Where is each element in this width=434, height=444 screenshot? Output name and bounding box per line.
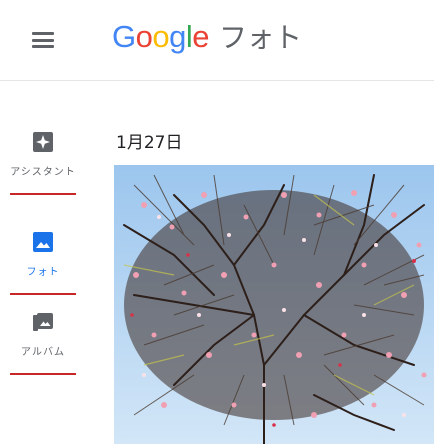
- assistant-icon: [33, 132, 53, 152]
- sidebar-item-albums[interactable]: アルバム: [8, 305, 78, 375]
- logo-letter: o: [135, 19, 153, 54]
- hamburger-menu-icon[interactable]: [28, 26, 58, 54]
- photo-thumbnail[interactable]: [114, 165, 434, 444]
- logo-letter: e: [192, 19, 210, 54]
- plum-blossom-photo: [114, 165, 434, 444]
- sidebar-item-label: アシスタント: [10, 167, 76, 178]
- logo-letter: o: [152, 19, 170, 54]
- nav-underline: [10, 293, 76, 295]
- logo-letter: G: [112, 19, 136, 54]
- logo-letter: g: [169, 19, 186, 54]
- sidebar-item-label: アルバム: [21, 347, 65, 358]
- sidebar-item-assistant[interactable]: アシスタント: [8, 125, 78, 195]
- sidebar-item-photos[interactable]: フォト: [8, 225, 78, 295]
- photo-icon: [33, 232, 53, 252]
- nav-underline: [10, 193, 76, 195]
- product-name: フォト: [219, 21, 302, 54]
- date-group-label: 1月27日: [116, 133, 183, 153]
- album-icon: [33, 313, 53, 331]
- app-header: G o o g l e フォト: [0, 0, 434, 81]
- google-photos-logo[interactable]: G o o g l e フォト: [112, 16, 302, 60]
- sidebar-item-label: フォト: [26, 267, 60, 278]
- sidebar-nav: アシスタント フォト アルバム: [0, 81, 96, 444]
- nav-underline: [10, 373, 76, 375]
